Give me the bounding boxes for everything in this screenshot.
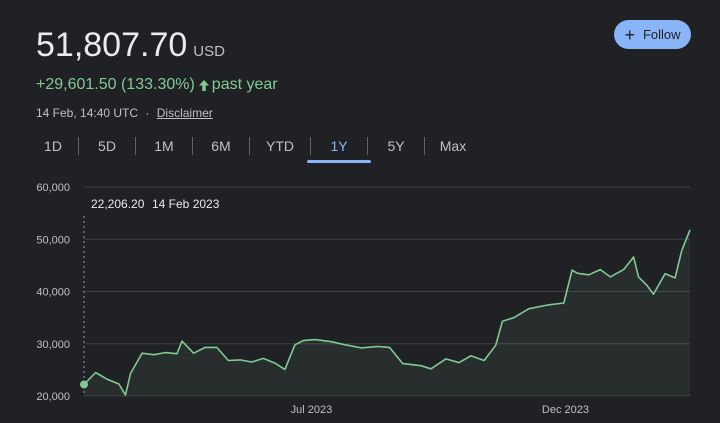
price-area-fill bbox=[84, 229, 690, 396]
x-tick-label: Dec 2023 bbox=[542, 404, 589, 416]
hover-value: 22,206.20 bbox=[91, 197, 145, 211]
y-tick-label: 60,000 bbox=[36, 182, 70, 194]
x-tick-label: Jul 2023 bbox=[291, 404, 333, 416]
hover-point bbox=[80, 380, 88, 389]
y-tick-label: 40,000 bbox=[36, 287, 70, 299]
y-tick-label: 20,000 bbox=[36, 391, 70, 403]
y-tick-label: 30,000 bbox=[36, 339, 70, 351]
y-tick-label: 50,000 bbox=[36, 234, 70, 246]
stock-quote-panel: 51,807.70 USD +29,601.50 (133.30%) past … bbox=[0, 0, 720, 423]
hover-date: 14 Feb 2023 bbox=[152, 197, 220, 211]
price-chart[interactable]: 60,000 50,000 40,000 30,000 20,000 Jul 2023 D… bbox=[0, 0, 720, 423]
